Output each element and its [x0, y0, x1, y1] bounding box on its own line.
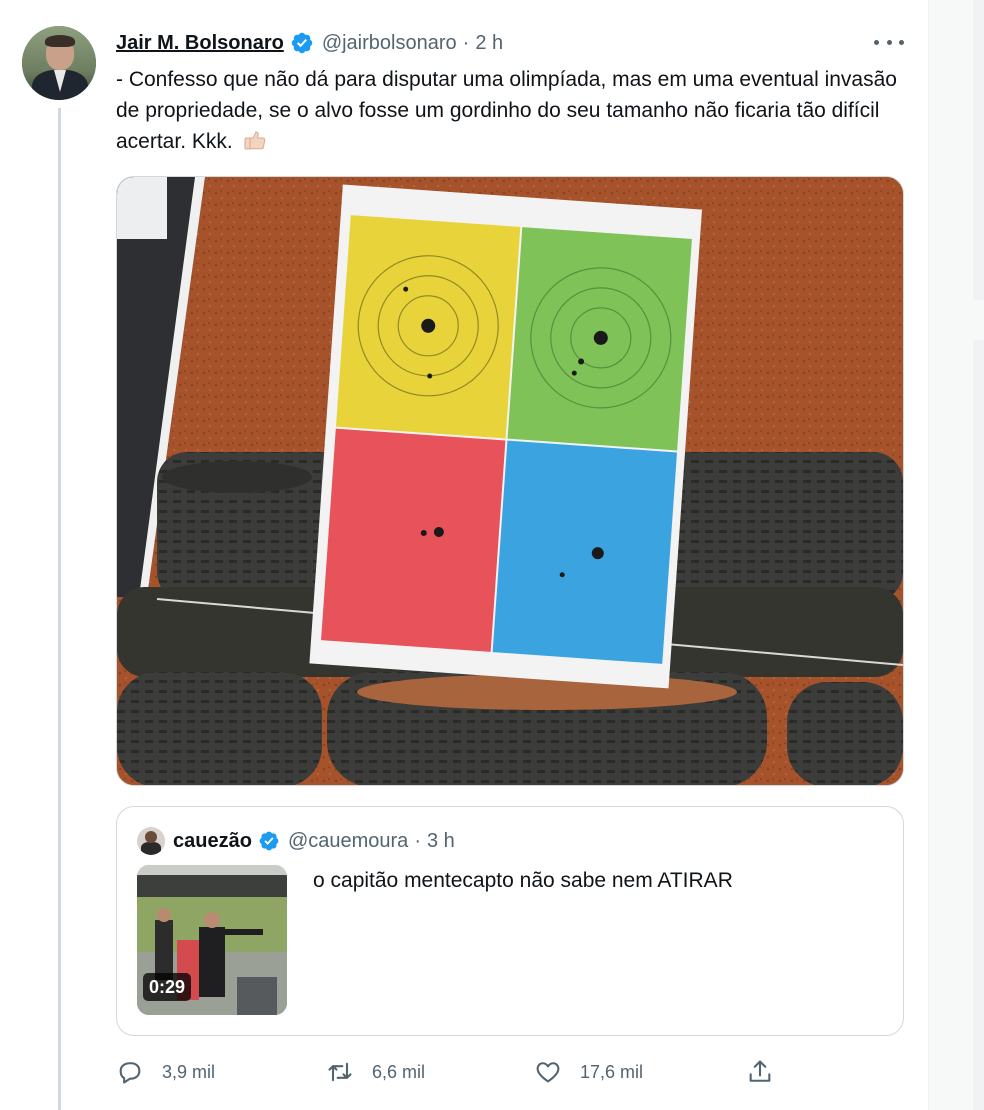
scrollbar-track-top [973, 0, 984, 300]
quoted-tweet-timestamp[interactable]: 3 h [427, 830, 455, 853]
author-name[interactable]: Jair M. Bolsonaro [116, 32, 284, 55]
right-sidebar-edge [928, 0, 984, 1110]
thumbs-up-icon [244, 131, 265, 150]
quoted-tweet-text: o capitão mentecapto não sabe nem ATIRAR [313, 869, 733, 892]
retweet-icon [328, 1062, 352, 1082]
tweet-photo[interactable] [116, 176, 904, 786]
retweet-count: 6,6 mil [372, 1061, 426, 1082]
video-duration-badge: 0:29 [143, 973, 192, 1001]
share-button[interactable] [746, 1052, 774, 1092]
thread-connector-line [58, 108, 61, 1110]
quoted-tweet-header: cauezão @cauemoura · 3 h [173, 827, 455, 855]
target-photo [117, 177, 903, 785]
tweet-actions-bar: 3,9 mil 6,6 mil 17,6 mil [116, 1052, 876, 1092]
like-count: 17,6 mil [580, 1061, 644, 1082]
scrollbar-track[interactable] [973, 340, 984, 1110]
quoted-author-avatar[interactable] [137, 827, 165, 855]
author-handle[interactable]: @jairbolsonaro [322, 32, 457, 55]
verified-badge-icon [259, 831, 279, 851]
quoted-video-thumbnail[interactable]: 0:29 [137, 865, 287, 1015]
reply-icon [119, 1062, 141, 1084]
quoted-tweet[interactable]: cauezão @cauemoura · 3 h 0:29 o capitão … [116, 806, 904, 1036]
tweet-timestamp[interactable]: 2 h [475, 32, 503, 55]
quoted-author-name[interactable]: cauezão [173, 830, 252, 853]
more-options-icon[interactable] [874, 32, 904, 52]
verified-badge-icon [291, 32, 313, 54]
author-avatar[interactable] [22, 26, 96, 100]
tweet-header: Jair M. Bolsonaro @jairbolsonaro · 2 h [116, 28, 503, 58]
quoted-author-handle[interactable]: @cauemoura [288, 830, 408, 853]
heart-icon [536, 1062, 560, 1083]
tweet-body: - Confesso que não dá para disputar uma … [116, 68, 897, 153]
separator-dot: · [414, 829, 421, 852]
like-button[interactable]: 17,6 mil [534, 1052, 643, 1092]
reply-count: 3,9 mil [162, 1061, 216, 1082]
reply-button[interactable]: 3,9 mil [116, 1052, 215, 1092]
share-icon [749, 1060, 771, 1082]
separator-dot: · [462, 31, 470, 54]
tweet-text: - Confesso que não dá para disputar uma … [116, 64, 906, 157]
retweet-button[interactable]: 6,6 mil [326, 1052, 425, 1092]
